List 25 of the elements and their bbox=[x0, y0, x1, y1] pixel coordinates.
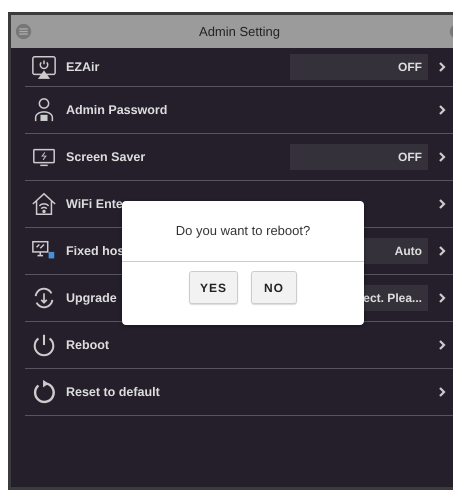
confirm-button[interactable]: YES bbox=[188, 271, 238, 304]
chevron-icon[interactable] bbox=[438, 198, 446, 210]
window-title: Admin Setting bbox=[199, 24, 280, 39]
chevron-icon[interactable] bbox=[438, 386, 446, 398]
power-icon bbox=[31, 332, 57, 358]
chevron-icon[interactable] bbox=[438, 245, 446, 257]
setting-label: Reboot bbox=[66, 338, 110, 352]
setting-label: Reset to default bbox=[66, 385, 161, 399]
cast-icon bbox=[31, 54, 57, 80]
setting-value[interactable]: OFF bbox=[290, 144, 428, 170]
chevron-icon[interactable] bbox=[438, 61, 446, 73]
setting-label: Upgrade bbox=[66, 291, 118, 305]
setting-label: EZAir bbox=[66, 60, 100, 74]
chevron-icon[interactable] bbox=[438, 339, 446, 351]
setting-label: Screen Saver bbox=[66, 150, 146, 164]
house-icon bbox=[31, 191, 57, 217]
dialog-message: Do you want to reboot? bbox=[122, 201, 364, 262]
setting-value[interactable]: OFF bbox=[290, 54, 428, 80]
chevron-icon[interactable] bbox=[438, 104, 446, 116]
setting-label: Admin Password bbox=[66, 103, 168, 117]
chevron-icon[interactable] bbox=[438, 292, 446, 304]
reset-icon bbox=[31, 379, 57, 405]
cancel-button[interactable]: NO bbox=[251, 271, 297, 304]
chevron-icon[interactable] bbox=[438, 151, 446, 163]
setting-label: WiFi Ente bbox=[66, 197, 124, 211]
